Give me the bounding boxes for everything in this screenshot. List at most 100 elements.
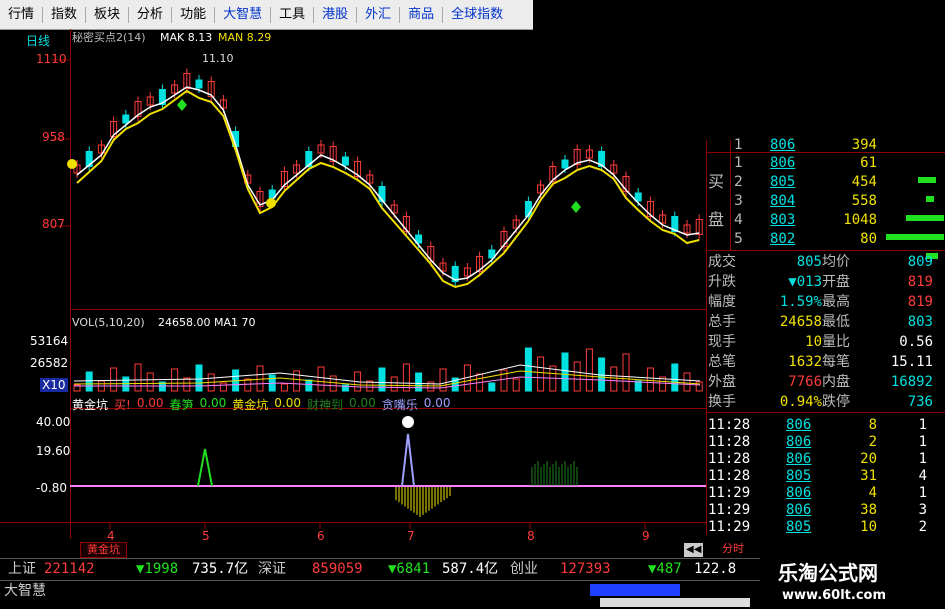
tick-time: 11:29 bbox=[708, 485, 751, 501]
order-book-row[interactable]: 1 806 61 bbox=[706, 154, 945, 172]
x-axis-line bbox=[0, 522, 706, 523]
volume-bar bbox=[585, 348, 593, 392]
quote-row: 现手 10 量比 0.56 bbox=[706, 333, 945, 351]
osc-tick-high: 40.00 bbox=[36, 415, 71, 429]
order-book-row[interactable]: 3 804 558 bbox=[706, 192, 945, 210]
period-label[interactable]: 日线 bbox=[26, 34, 50, 48]
sz-index-label[interactable]: 深证 bbox=[258, 560, 286, 578]
candle-body bbox=[122, 114, 130, 124]
cy-index-change: ▼487 bbox=[648, 561, 682, 577]
menu-item-9[interactable]: 商品 bbox=[400, 0, 442, 29]
progress-bar bbox=[590, 584, 680, 596]
quote-value: 736 bbox=[907, 394, 933, 410]
osc-legend-item: 0.00 bbox=[423, 396, 451, 410]
quote-label: 总手 bbox=[708, 314, 736, 330]
quote-row: 外盘 7766 内盘 16892 bbox=[706, 373, 945, 391]
tick-volume: 20 bbox=[860, 451, 877, 467]
volume-bar bbox=[402, 363, 410, 392]
menu-item-7[interactable]: 港股 bbox=[314, 0, 356, 29]
volume-bar bbox=[146, 372, 154, 392]
order-volume: 454 bbox=[851, 174, 877, 190]
quote-label: 换手 bbox=[708, 394, 736, 410]
tick-price: 806 bbox=[786, 502, 812, 518]
menu-item-0[interactable]: 行情 bbox=[0, 0, 42, 29]
menu-item-8[interactable]: 外汇 bbox=[357, 0, 399, 29]
quote-value: 819 bbox=[907, 274, 933, 290]
quote-label: 现手 bbox=[708, 334, 736, 350]
sh-index-label[interactable]: 上证 bbox=[8, 560, 36, 578]
volume-bar bbox=[171, 368, 179, 392]
order-book-row[interactable]: 盘 4 803 1048 bbox=[706, 211, 945, 229]
tick-volume: 2 bbox=[868, 434, 877, 450]
quote-label: 升跌 bbox=[708, 274, 736, 290]
x-tick-label: 9 bbox=[642, 529, 650, 543]
spring-signal bbox=[197, 448, 213, 487]
osc-legend-item: 买! bbox=[114, 398, 131, 412]
man-label: MAN 8.29 bbox=[218, 31, 272, 44]
volume-bar bbox=[610, 366, 618, 392]
quote-row: 成交 805 均价 809 bbox=[706, 253, 945, 271]
quote-label: 每笔 bbox=[822, 354, 850, 370]
tick-row: 11:29 806 4 1 bbox=[706, 484, 945, 502]
osc-legend-item: 财神到 bbox=[307, 398, 344, 412]
app-name: 大智慧 bbox=[4, 583, 46, 599]
volume-bar bbox=[85, 371, 93, 392]
order-book-row[interactable]: 1 806 394 bbox=[706, 136, 945, 154]
menu-item-6[interactable]: 工具 bbox=[271, 0, 313, 29]
osc-tick-low: -0.80 bbox=[36, 481, 68, 495]
menu-item-5[interactable]: 大智慧 bbox=[215, 0, 270, 29]
menu-item-1[interactable]: 指数 bbox=[43, 0, 85, 29]
volume-bar bbox=[683, 372, 691, 392]
tick-row: 11:29 805 10 2 bbox=[706, 518, 945, 536]
volume-bar bbox=[573, 361, 581, 392]
order-book-row[interactable]: 5 802 80 bbox=[706, 230, 945, 248]
tick-price: 806 bbox=[786, 434, 812, 450]
x-tick-label: 8 bbox=[527, 529, 535, 543]
quote-value: 0.94% bbox=[779, 394, 822, 410]
tick-count: 1 bbox=[918, 451, 927, 467]
tab-timeshare[interactable]: 分时 bbox=[722, 542, 744, 556]
menu-item-4[interactable]: 功能 bbox=[172, 0, 214, 29]
volume-bar bbox=[256, 365, 264, 392]
volume-bar bbox=[622, 353, 630, 392]
tick-time: 11:28 bbox=[708, 417, 751, 433]
scrollbar[interactable] bbox=[600, 598, 750, 607]
chart-area[interactable] bbox=[0, 29, 706, 554]
menu-item-10[interactable]: 全球指数 bbox=[443, 0, 511, 29]
indicator-title: 秘密买点2(14) bbox=[72, 31, 146, 44]
vol-tick-high: 53164 bbox=[30, 334, 69, 348]
quote-value: 1632 bbox=[788, 354, 822, 370]
volume-bar bbox=[244, 378, 252, 392]
oscillator-legend: 黄金坑 买! 0.00 春笋 0.00 黄金坑 0.00 财神到 0.00 贪嘴乐 0.00 bbox=[72, 396, 451, 412]
osc-legend-item: 0.00 bbox=[199, 396, 227, 410]
volume-bar bbox=[219, 382, 227, 392]
menu-item-3[interactable]: 分析 bbox=[129, 0, 171, 29]
order-book-row[interactable]: 买 2 805 454 bbox=[706, 173, 945, 191]
tick-row: 11:28 806 2 1 bbox=[706, 433, 945, 451]
vol-title: VOL(5,10,20) bbox=[72, 316, 145, 329]
signal-dot bbox=[67, 159, 77, 169]
price-pane-border bbox=[70, 309, 706, 310]
price-tick-mid: 958 bbox=[42, 130, 65, 144]
tab-golden-pit[interactable]: 黄金坑 bbox=[80, 542, 127, 558]
quote-value: 819 bbox=[907, 294, 933, 310]
vol-unit-button[interactable]: X10 bbox=[40, 378, 68, 392]
quote-row: 幅度 1.59% 最高 819 bbox=[706, 293, 945, 311]
tick-row: 11:28 806 20 1 bbox=[706, 450, 945, 468]
buy-diamond bbox=[571, 201, 581, 213]
index-status-bar: 上证 221142 ▼1998 735.7亿 深证 859059 ▼6841 5… bbox=[0, 558, 760, 609]
scroll-left-button[interactable]: ◀◀ bbox=[684, 543, 704, 557]
buy-diamond bbox=[177, 99, 187, 111]
smiley-icon bbox=[402, 416, 414, 428]
tick-time: 11:28 bbox=[708, 434, 751, 450]
tick-volume: 38 bbox=[860, 502, 877, 518]
cy-index-label[interactable]: 创业 bbox=[510, 560, 538, 578]
tick-price: 805 bbox=[786, 468, 812, 484]
x-tick-label: 4 bbox=[107, 529, 115, 543]
mak-label: MAK 8.13 bbox=[160, 31, 213, 44]
menu-item-2[interactable]: 板块 bbox=[86, 0, 128, 29]
volume-bar bbox=[524, 347, 532, 392]
quote-panel: 1 806 394 1 806 61 买 2 805 454 3 804 558 盘 4 803 1048 5 80… bbox=[706, 137, 945, 536]
quote-label: 跌停 bbox=[822, 394, 850, 410]
quote-label: 总笔 bbox=[708, 354, 736, 370]
